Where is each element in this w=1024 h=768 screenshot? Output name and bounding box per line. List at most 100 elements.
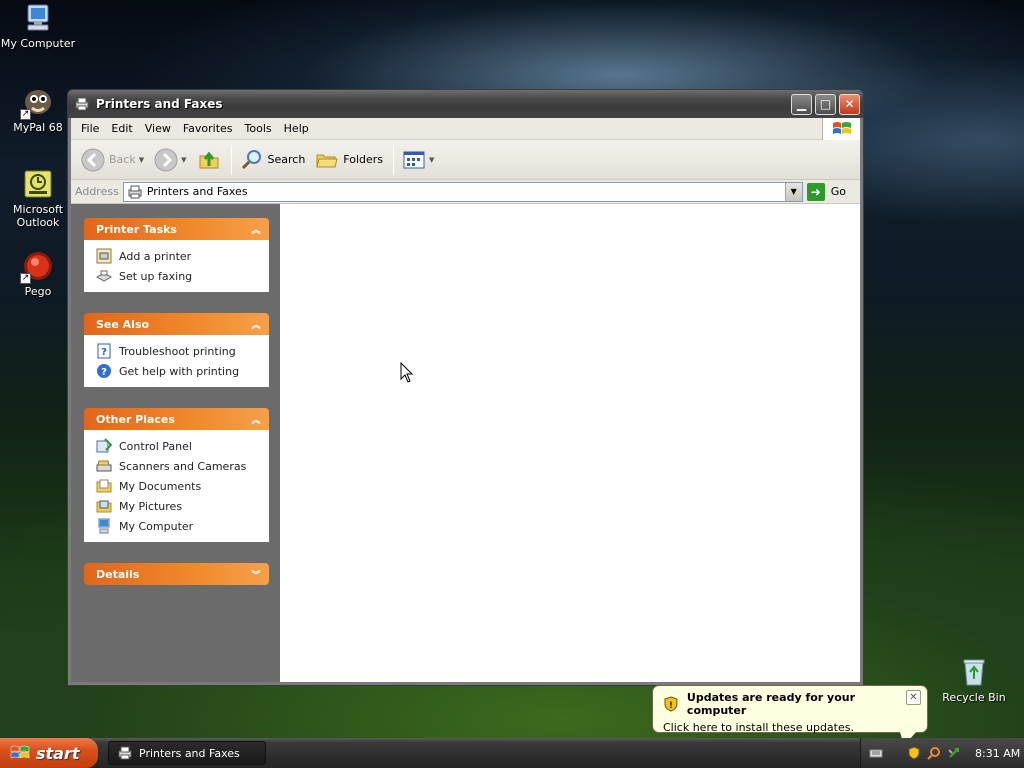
address-value: Printers and Faxes bbox=[146, 185, 248, 198]
menu-file[interactable]: File bbox=[75, 120, 105, 137]
windows-flag-icon bbox=[10, 745, 30, 759]
svg-text:?: ? bbox=[101, 347, 107, 358]
toolbar-separator bbox=[393, 144, 395, 175]
recycle-bin-label: Recycle Bin bbox=[942, 691, 1006, 704]
task-set-up-faxing[interactable]: Set up faxing bbox=[96, 266, 269, 286]
toolbar-separator bbox=[230, 144, 232, 175]
balloon-close-button[interactable]: ✕ bbox=[906, 690, 921, 705]
menu-edit[interactable]: Edit bbox=[105, 120, 138, 137]
desktop-icon-pego[interactable]: ↗ Pego bbox=[0, 250, 76, 298]
printer-icon bbox=[74, 96, 90, 112]
security-shield-icon: ! bbox=[664, 696, 678, 712]
place-my-computer[interactable]: My Computer bbox=[96, 516, 269, 536]
link-get-help-printing[interactable]: ? Get help with printing bbox=[96, 361, 269, 381]
link-troubleshoot-printing[interactable]: ? Troubleshoot printing bbox=[96, 341, 269, 361]
printer-list-area[interactable] bbox=[280, 204, 860, 682]
desktop-icon-label: My Computer bbox=[0, 37, 76, 50]
system-tray: 8:31 AM bbox=[860, 738, 1024, 768]
expand-chevron-icon[interactable]: ︾ bbox=[249, 567, 263, 581]
address-label: Address bbox=[75, 185, 119, 198]
collapse-chevron-icon[interactable]: ︽ bbox=[249, 317, 263, 331]
menu-favorites[interactable]: Favorites bbox=[177, 120, 239, 137]
recycle-bin-icon bbox=[963, 659, 985, 686]
collapse-chevron-icon[interactable]: ︽ bbox=[249, 222, 263, 236]
taskbar-button-printers-faxes[interactable]: Printers and Faxes bbox=[108, 741, 266, 765]
window-titlebar[interactable]: Printers and Faxes ▁ □ ✕ bbox=[68, 90, 863, 118]
collapse-chevron-icon[interactable]: ︽ bbox=[249, 412, 263, 426]
details-panel: Details ︾ bbox=[84, 563, 269, 585]
panel-header[interactable]: Printer Tasks ︽ bbox=[84, 218, 269, 240]
address-input[interactable]: Printers and Faxes ▼ bbox=[122, 181, 803, 202]
search-button[interactable]: Search bbox=[236, 144, 310, 176]
updates-balloon[interactable]: ! Updates are ready for your computer Cl… bbox=[652, 685, 928, 734]
forward-button[interactable]: ▼ bbox=[150, 144, 190, 176]
desktop-icon-my-computer[interactable]: My Computer bbox=[0, 2, 76, 50]
minimize-button[interactable]: ▁ bbox=[791, 93, 812, 115]
dropdown-arrow-icon[interactable]: ▼ bbox=[181, 156, 186, 164]
forward-arrow-icon bbox=[154, 148, 178, 171]
shortcut-arrow-icon: ↗ bbox=[20, 109, 31, 120]
panel-header[interactable]: See Also ︽ bbox=[84, 313, 269, 335]
panel-title: See Also bbox=[96, 317, 150, 331]
printer-icon bbox=[118, 746, 132, 760]
dropdown-arrow-icon[interactable]: ▼ bbox=[139, 156, 144, 164]
go-button[interactable]: ➜ Go bbox=[806, 182, 846, 201]
close-button[interactable]: ✕ bbox=[839, 93, 860, 115]
place-my-pictures[interactable]: My Pictures bbox=[96, 496, 269, 516]
back-label: Back bbox=[109, 153, 136, 166]
address-dropdown-button[interactable]: ▼ bbox=[784, 182, 802, 201]
folders-icon bbox=[316, 154, 338, 167]
panel-body: Add a printer Set up faxing bbox=[84, 240, 269, 292]
see-also-panel: See Also ︽ ? Troubleshoot printing ? Get… bbox=[84, 313, 269, 387]
place-label: My Computer bbox=[119, 519, 194, 533]
desktop-icon-recycle-bin[interactable]: Recycle Bin bbox=[938, 656, 1010, 704]
link-label: Troubleshoot printing bbox=[119, 344, 236, 358]
keyboard-icon[interactable] bbox=[869, 746, 883, 760]
search-tray-icon[interactable] bbox=[927, 746, 941, 760]
balloon-message[interactable]: Click here to install these updates. bbox=[663, 721, 917, 734]
dropdown-arrow-icon[interactable]: ▼ bbox=[429, 156, 434, 164]
folders-button[interactable]: Folders bbox=[311, 144, 387, 176]
place-scanners-cameras[interactable]: Scanners and Cameras bbox=[96, 456, 269, 476]
desktop-icon-mypal[interactable]: ↗ MyPal 68 bbox=[0, 86, 76, 134]
network-icon[interactable] bbox=[947, 746, 961, 760]
other-places-panel: Other Places ︽ Control Panel Scanners an… bbox=[84, 408, 269, 542]
place-label: My Pictures bbox=[119, 499, 183, 513]
panel-header[interactable]: Other Places ︽ bbox=[84, 408, 269, 430]
panel-body: ? Troubleshoot printing ? Get help with … bbox=[84, 335, 269, 387]
computer-icon bbox=[22, 2, 54, 34]
help-doc-icon: ? bbox=[97, 343, 111, 359]
desktop-icon-outlook[interactable]: Microsoft Outlook bbox=[0, 168, 76, 229]
security-shield-icon[interactable] bbox=[907, 746, 921, 760]
pictures-icon bbox=[96, 500, 112, 513]
start-button[interactable]: start bbox=[0, 738, 98, 768]
menu-view[interactable]: View bbox=[139, 120, 177, 137]
maximize-button[interactable]: □ bbox=[815, 93, 836, 115]
clock[interactable]: 8:31 AM bbox=[975, 747, 1020, 760]
documents-icon bbox=[96, 479, 112, 493]
back-button[interactable]: Back ▼ bbox=[77, 144, 148, 176]
place-label: Control Panel bbox=[119, 439, 192, 453]
menu-bar: File Edit View Favorites Tools Help bbox=[71, 118, 860, 140]
computer-icon bbox=[98, 518, 110, 534]
mypal-icon: ↗ bbox=[20, 86, 54, 120]
maximize-icon: □ bbox=[819, 97, 832, 111]
start-label: start bbox=[36, 743, 80, 763]
task-label: Add a printer bbox=[119, 249, 192, 263]
balloon-title: Updates are ready for your computer bbox=[686, 691, 856, 717]
mouse-cursor-icon bbox=[400, 362, 414, 383]
panel-header[interactable]: Details ︾ bbox=[84, 563, 269, 585]
up-folder-button[interactable] bbox=[193, 144, 225, 176]
views-icon bbox=[403, 151, 425, 168]
views-button[interactable]: ▼ bbox=[398, 144, 438, 176]
menu-tools[interactable]: Tools bbox=[239, 120, 278, 137]
panel-body: Control Panel Scanners and Cameras My Do… bbox=[84, 430, 269, 542]
menu-help[interactable]: Help bbox=[278, 120, 315, 137]
svg-text:!: ! bbox=[669, 701, 673, 711]
place-control-panel[interactable]: Control Panel bbox=[96, 436, 269, 456]
place-my-documents[interactable]: My Documents bbox=[96, 476, 269, 496]
standard-toolbar: Back ▼ ▼ Search Folders ▼ bbox=[71, 140, 860, 180]
go-label: Go bbox=[830, 185, 846, 198]
close-icon: ✕ bbox=[909, 692, 918, 703]
task-add-printer[interactable]: Add a printer bbox=[96, 246, 269, 266]
